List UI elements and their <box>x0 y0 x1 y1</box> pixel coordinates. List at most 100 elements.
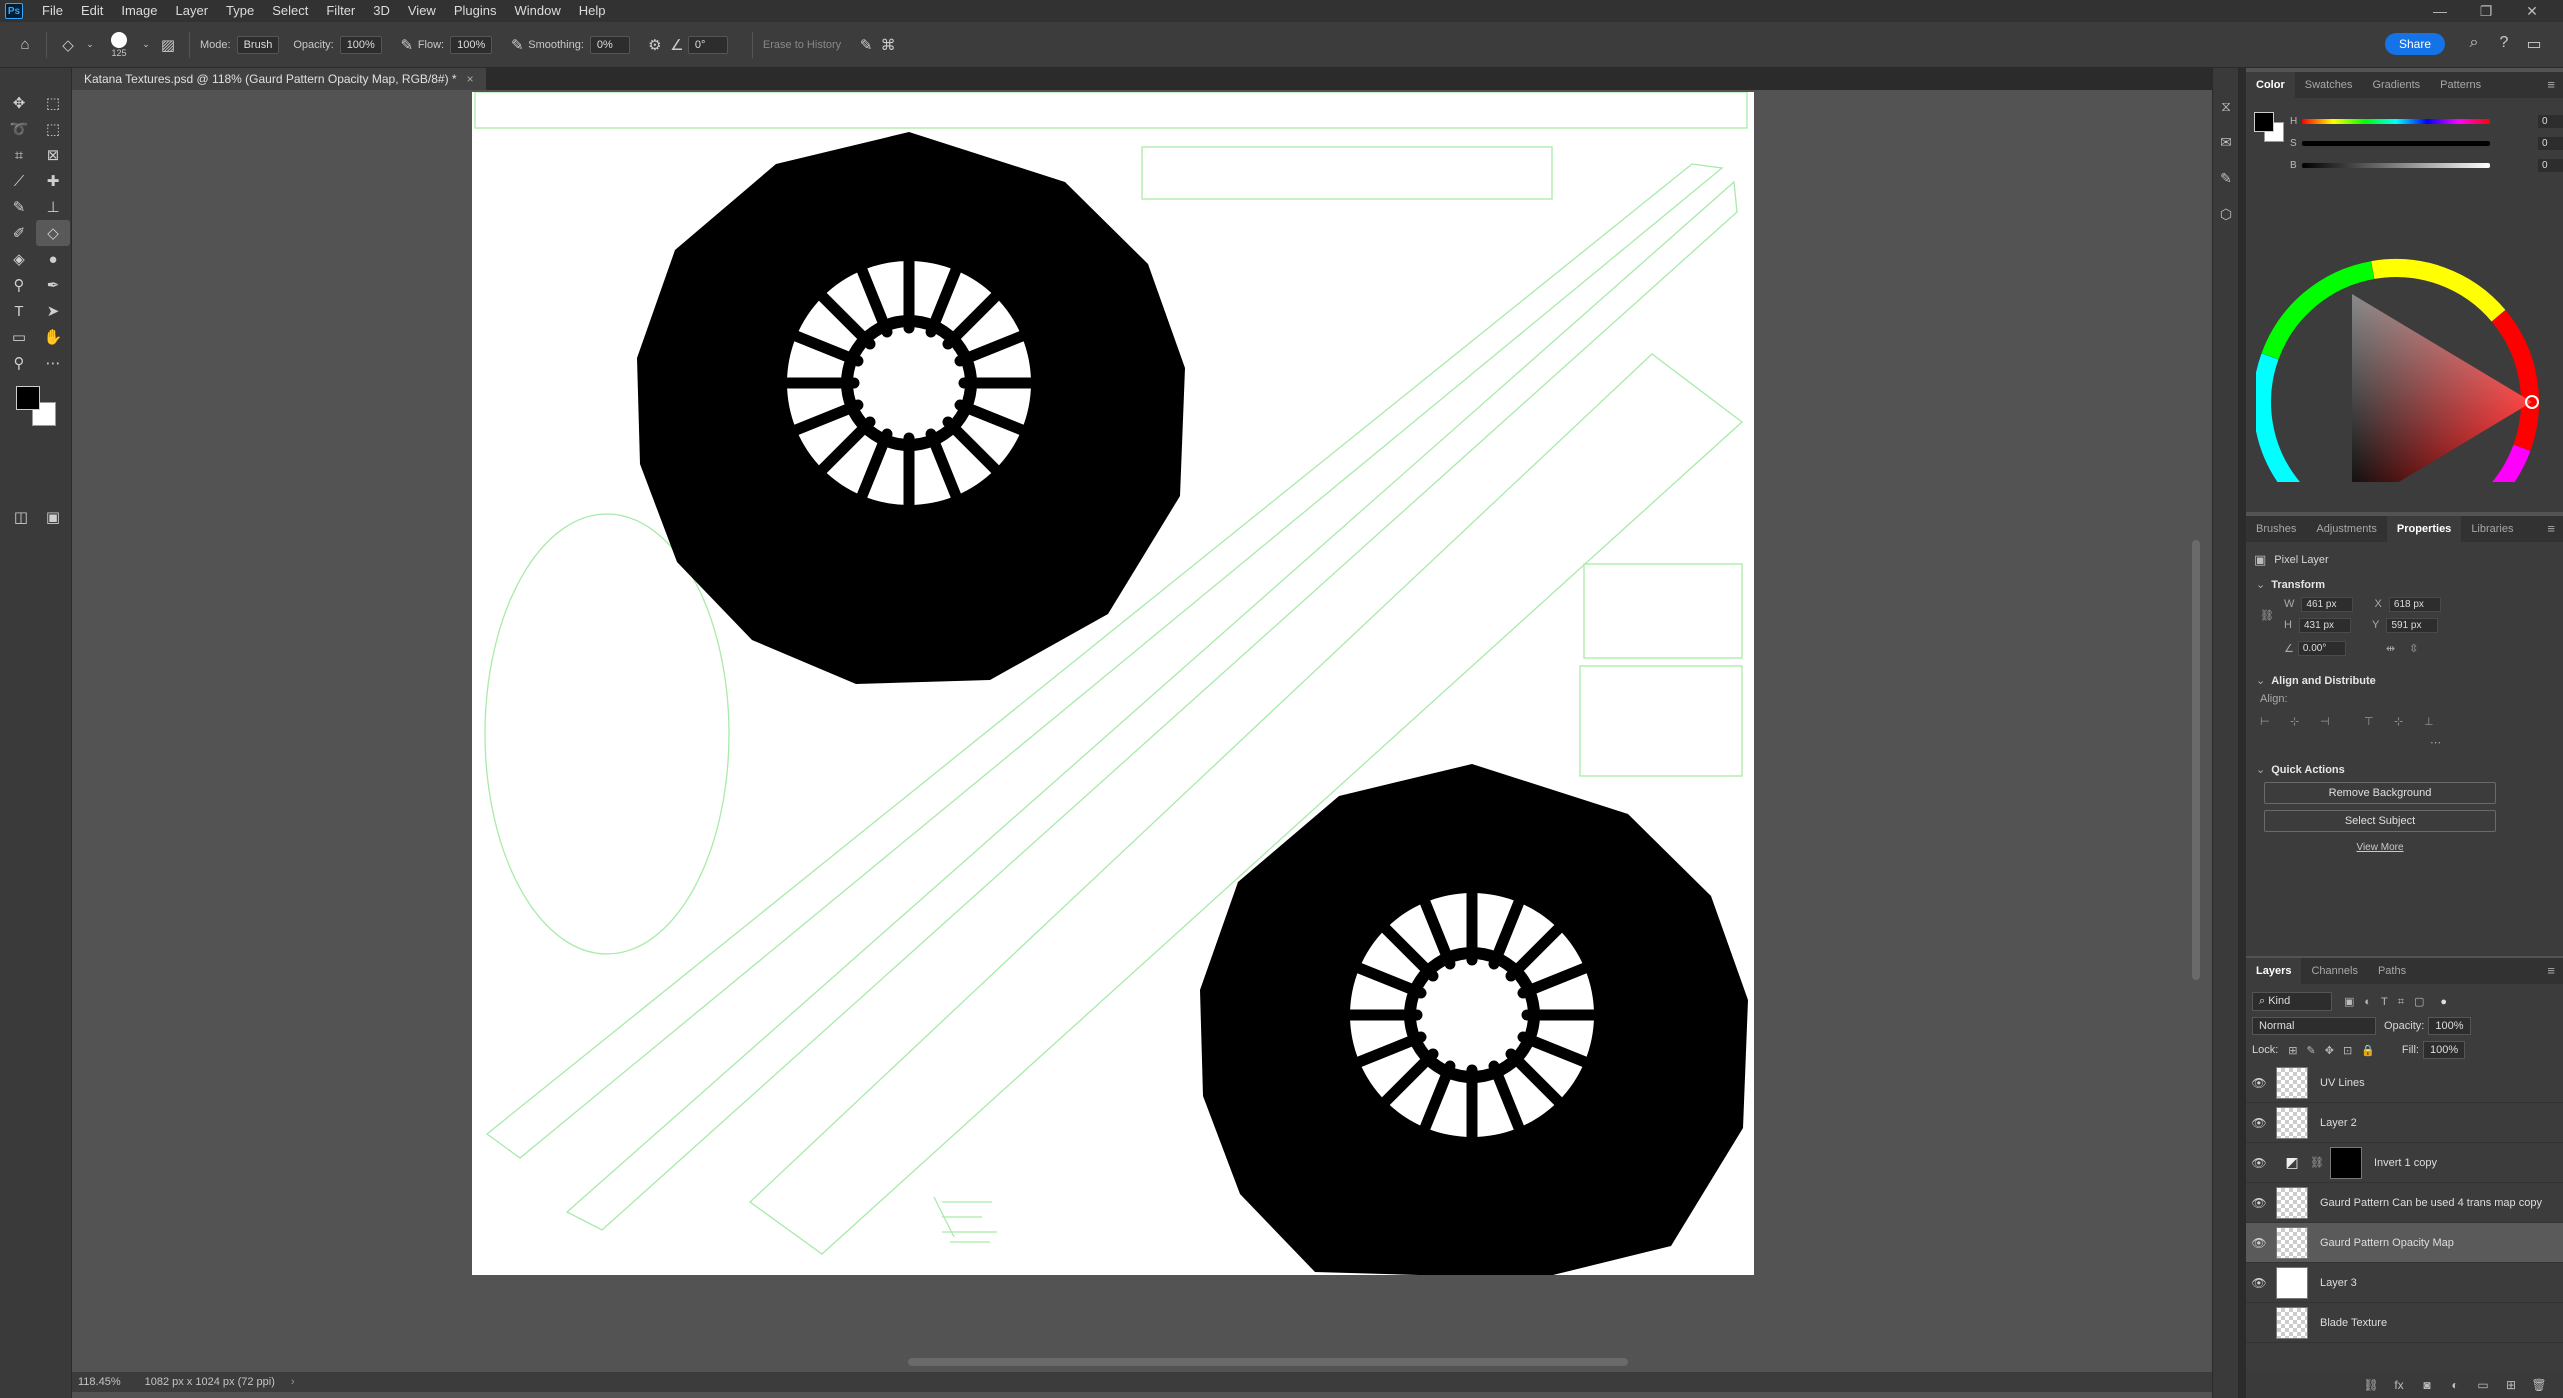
hue-track[interactable] <box>2302 118 2490 124</box>
more-tools-icon[interactable]: ⋯ <box>36 350 70 376</box>
move-tool-icon[interactable]: ✥ <box>2 90 36 116</box>
brush-settings-panel-icon[interactable]: ✎ <box>2213 160 2239 196</box>
hand-tool-icon[interactable]: ✋ <box>36 324 70 350</box>
eye-icon[interactable]: 👁 <box>2246 1076 2272 1090</box>
align-left-icon[interactable]: ⊢ <box>2260 715 2290 728</box>
align-top-icon[interactable]: ⊤ <box>2364 715 2394 728</box>
eye-hidden-icon[interactable]: 👁 <box>2246 1316 2272 1330</box>
link-icon[interactable]: ⛓ <box>2310 1156 2324 1169</box>
new-layer-icon[interactable]: ⊞ <box>2497 1378 2525 1392</box>
smoothing-field[interactable]: 0% <box>589 35 630 54</box>
foreground-color-swatch[interactable] <box>16 386 40 410</box>
crop-tool-icon[interactable]: ⌗ <box>2 142 36 168</box>
flip-vertical-icon[interactable]: ⇳ <box>2409 642 2418 655</box>
layer-row[interactable]: 👁 Layer 2 <box>2246 1103 2563 1143</box>
airbrush-icon[interactable]: ✎ <box>506 34 528 56</box>
search-icon[interactable]: ⌕ <box>2459 34 2489 54</box>
tab-color[interactable]: Color <box>2246 72 2295 98</box>
eraser-tool-icon[interactable]: ◇ <box>57 34 79 56</box>
workspace-icon[interactable]: ▭ <box>2519 34 2549 54</box>
align-middle-icon[interactable]: ⊹ <box>2394 715 2424 728</box>
pressure-opacity-icon[interactable]: ✎ <box>396 34 418 56</box>
menu-select[interactable]: Select <box>263 0 317 22</box>
home-icon[interactable]: ⌂ <box>14 34 36 56</box>
color-wheel[interactable] <box>2256 182 2556 482</box>
layer-row[interactable]: 👁 Layer 3 <box>2246 1263 2563 1303</box>
history-panel-icon[interactable]: ⧖ <box>2213 88 2239 124</box>
opacity-field[interactable]: 100% <box>339 35 382 54</box>
layer-row[interactable]: 👁 ◩ ⛓ Invert 1 copy <box>2246 1143 2563 1183</box>
tab-gradients[interactable]: Gradients <box>2362 72 2430 98</box>
layer-row-selected[interactable]: 👁 Gaurd Pattern Opacity Map <box>2246 1223 2563 1263</box>
delete-layer-icon[interactable]: 🗑 <box>2525 1378 2553 1392</box>
tab-patterns[interactable]: Patterns <box>2430 72 2491 98</box>
brush-size-picker[interactable]: 125 <box>111 31 127 58</box>
link-dimensions-icon[interactable]: ⛓ <box>2260 609 2274 622</box>
layer-row[interactable]: 👁 Blade Texture <box>2246 1303 2563 1343</box>
align-center-h-icon[interactable]: ⊹ <box>2290 715 2320 728</box>
panel-menu-icon[interactable]: ≡ <box>2547 516 2555 542</box>
saturation-track[interactable] <box>2302 140 2490 146</box>
menu-image[interactable]: Image <box>112 0 166 22</box>
menu-file[interactable]: File <box>33 0 72 22</box>
history-brush-tool-icon[interactable]: ✐ <box>2 220 36 246</box>
tab-adjustments[interactable]: Adjustments <box>2306 516 2387 542</box>
menu-type[interactable]: Type <box>217 0 263 22</box>
layer-filter-icons[interactable]: ▣◐T⌗▢ <box>2344 995 2434 1009</box>
menu-3d[interactable]: 3D <box>364 0 399 22</box>
y-field[interactable]: 591 px <box>2386 618 2439 633</box>
brush-settings-icon[interactable]: ▨ <box>157 34 179 56</box>
height-field[interactable]: 431 px <box>2298 618 2351 633</box>
zoom-tool-icon[interactable]: ⚲ <box>2 350 36 376</box>
status-menu-chevron-icon[interactable]: › <box>291 1376 295 1388</box>
paint-bucket-tool-icon[interactable]: ◈ <box>2 246 36 272</box>
canvas-area[interactable] <box>72 90 2212 1372</box>
marquee-tool-icon[interactable]: ⬚ <box>36 90 70 116</box>
link-layers-icon[interactable]: ⛓ <box>2357 1378 2385 1392</box>
menu-edit[interactable]: Edit <box>72 0 112 22</box>
vertical-scrollbar[interactable] <box>2190 100 2202 1362</box>
remove-background-button[interactable]: Remove Background <box>2264 782 2496 804</box>
eye-icon[interactable]: 👁 <box>2246 1196 2272 1210</box>
width-field[interactable]: 461 px <box>2301 597 2354 612</box>
brush-chevron-icon[interactable]: ⌄ <box>135 34 157 56</box>
minimize-button[interactable]: — <box>2417 0 2463 22</box>
horizontal-scrollbar-thumb[interactable] <box>908 1358 1628 1366</box>
lasso-tool-icon[interactable]: ➰ <box>2 116 36 142</box>
x-field[interactable]: 618 px <box>2388 597 2441 612</box>
kind-filter-dropdown[interactable]: ⌕ Kind <box>2252 992 2332 1011</box>
rectangle-tool-icon[interactable]: ▭ <box>2 324 36 350</box>
saturation-value[interactable]: 0 <box>2538 136 2563 150</box>
menu-plugins[interactable]: Plugins <box>445 0 506 22</box>
angle-field[interactable]: 0° <box>687 35 728 54</box>
tab-paths[interactable]: Paths <box>2368 958 2416 984</box>
eyedropper-tool-icon[interactable]: ⟋ <box>2 168 36 194</box>
layer-style-fx-icon[interactable]: fx <box>2385 1378 2413 1392</box>
erase-to-history-checkbox[interactable]: Erase to History <box>763 39 841 51</box>
restore-button[interactable]: ❐ <box>2463 0 2509 22</box>
eye-icon[interactable]: 👁 <box>2246 1276 2272 1290</box>
tab-properties[interactable]: Properties <box>2386 516 2462 542</box>
healing-brush-tool-icon[interactable]: ✚ <box>36 168 70 194</box>
layer-opacity-field[interactable]: 100% <box>2428 1017 2471 1035</box>
hue-slider[interactable]: H 0 ° <box>2290 112 2563 130</box>
close-button[interactable]: ✕ <box>2509 0 2555 22</box>
layer-row[interactable]: 👁 UV Lines <box>2246 1063 2563 1103</box>
hue-value[interactable]: 0 <box>2538 114 2563 128</box>
foreground-color-chip[interactable] <box>2254 112 2274 132</box>
filter-toggle-icon[interactable]: ● <box>2440 996 2447 1008</box>
comments-panel-icon[interactable]: ✉ <box>2213 124 2239 160</box>
path-selection-tool-icon[interactable]: ➤ <box>36 298 70 324</box>
layer-mask-thumbnail[interactable] <box>2329 1146 2362 1179</box>
smoothing-settings-gear-icon[interactable]: ⚙ <box>644 34 666 56</box>
help-icon[interactable]: ? <box>2489 34 2519 54</box>
adjustment-layer-icon[interactable]: ◐ <box>2441 1378 2469 1392</box>
flip-horizontal-icon[interactable]: ⇹ <box>2386 642 2395 655</box>
eye-icon[interactable]: 👁 <box>2246 1236 2272 1250</box>
align-bottom-icon[interactable]: ⊥ <box>2424 715 2454 728</box>
quick-mask-icon[interactable]: ◫ <box>4 504 38 530</box>
color-swatches[interactable] <box>14 384 60 430</box>
fill-field[interactable]: 100% <box>2422 1041 2466 1059</box>
angle-field[interactable]: 0.00° <box>2297 641 2346 656</box>
blur-tool-icon[interactable]: ● <box>36 246 70 272</box>
